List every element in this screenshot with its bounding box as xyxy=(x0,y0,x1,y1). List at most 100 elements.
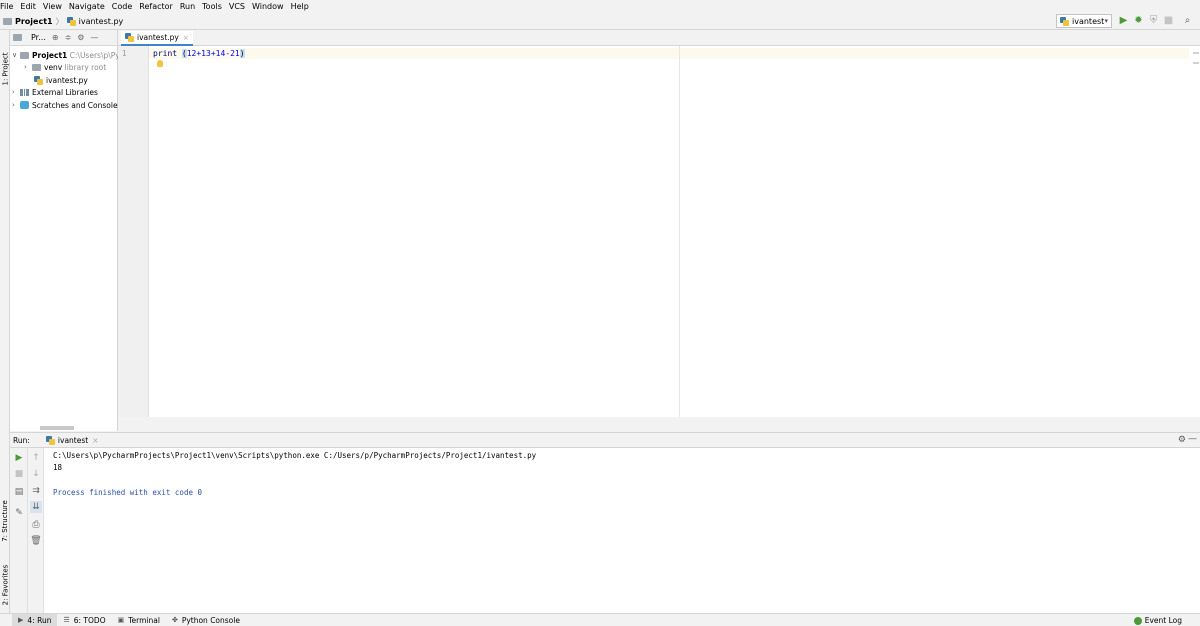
run-tab-ivantest[interactable]: ivantest × xyxy=(45,435,99,445)
menu-navigate[interactable]: Navigate xyxy=(66,2,109,11)
pin-icon[interactable]: ✎ xyxy=(13,507,25,519)
run-configuration-label: ivantest xyxy=(1072,16,1105,26)
python-file-icon xyxy=(66,16,76,26)
horizontal-scrollbar[interactable] xyxy=(40,426,74,430)
menu-code[interactable]: Code xyxy=(109,2,136,11)
menu-help[interactable]: Help xyxy=(288,2,313,11)
project-tool-tab[interactable]: 1: Project xyxy=(0,44,10,94)
project-view-icon xyxy=(13,34,22,41)
menu-vcs[interactable]: VCS xyxy=(226,2,249,11)
event-log-label: Event Log xyxy=(1144,616,1182,625)
code-editor[interactable]: print (12+13+14-21) xyxy=(149,46,1200,417)
tree-item-scratches[interactable]: › Scratches and Consoles xyxy=(12,99,121,111)
menu-file[interactable]: File xyxy=(0,2,17,11)
tree-item-hint: C:\Users\p\Pyc xyxy=(69,50,124,60)
up-arrow-icon[interactable]: ↑ xyxy=(30,452,42,464)
error-stripe-mark[interactable] xyxy=(1193,62,1199,64)
tree-item-label: Project1 xyxy=(32,50,68,60)
soft-wrap-icon[interactable]: ⇉ xyxy=(30,485,42,497)
minimize-icon[interactable]: — xyxy=(1188,434,1197,444)
project-view-select[interactable]: Pr... xyxy=(31,33,46,42)
minimize-icon[interactable]: — xyxy=(90,33,98,42)
bottom-tab-terminal[interactable]: ▣ Terminal xyxy=(112,614,166,626)
python-icon xyxy=(1060,16,1069,26)
error-stripe-mark[interactable] xyxy=(1193,52,1199,54)
bottom-tab-run[interactable]: ▶ 4: Run xyxy=(12,613,58,626)
bottom-tab-label: Terminal xyxy=(128,615,160,625)
console-exit-message: Process finished with exit code 0 xyxy=(53,488,203,497)
bottom-tool-bar: ▶ 4: Run ☰ 6: TODO ▣ Terminal ✤ Python C… xyxy=(0,613,1200,626)
left-tool-stripe: 1: Project 7: Structure 2: Favorites xyxy=(0,30,10,613)
bottom-tab-python-console[interactable]: ✤ Python Console xyxy=(166,614,246,626)
navigation-bar: Project1 〉 ivantest.py xyxy=(0,13,1200,30)
console-output: 18 xyxy=(53,463,63,472)
python-console-icon: ✤ xyxy=(171,616,178,624)
tree-item-label: venv xyxy=(44,62,63,72)
terminal-icon: ▣ xyxy=(117,616,125,624)
close-icon[interactable]: × xyxy=(92,436,98,445)
breadcrumb-file[interactable]: ivantest.py xyxy=(66,16,123,26)
print-icon[interactable]: ⎙ xyxy=(30,519,42,531)
menu-tools[interactable]: Tools xyxy=(199,2,226,11)
gear-icon[interactable]: ⚙ xyxy=(77,33,84,42)
favorites-tool-tab[interactable]: 2: Favorites xyxy=(0,556,10,614)
tree-item-project1[interactable]: ∨ Project1 C:\Users\p\Pyc xyxy=(12,49,124,61)
folder-icon xyxy=(20,51,29,59)
chevron-right-icon[interactable]: › xyxy=(12,101,20,109)
search-icon[interactable]: ⌕ xyxy=(1182,15,1193,26)
tree-item-hint: library root xyxy=(64,62,107,72)
breadcrumb-project[interactable]: Project1 xyxy=(3,17,53,26)
menu-bar: File Edit View Navigate Code Refactor Ru… xyxy=(0,0,1200,13)
folder-icon xyxy=(32,63,41,71)
tree-item-label: Scratches and Consoles xyxy=(32,100,122,110)
debug-icon[interactable]: ✹ xyxy=(1133,15,1144,26)
menu-refactor[interactable]: Refactor xyxy=(136,2,177,11)
menu-run[interactable]: Run xyxy=(177,2,199,11)
down-arrow-icon[interactable]: ↓ xyxy=(30,468,42,480)
library-icon xyxy=(20,88,29,96)
structure-tool-tab[interactable]: 7: Structure xyxy=(0,492,10,550)
scroll-to-end-icon[interactable]: ⇊ xyxy=(30,501,42,513)
tree-item-label: ivantest.py xyxy=(46,75,88,85)
project-tool-tab-label: 1: Project xyxy=(1,52,9,86)
chevron-right-icon: 〉 xyxy=(55,16,64,26)
project-panel: Pr... ⊕ ≑ ⚙ — ∨ Project1 C:\Users\p\Pyc … xyxy=(10,30,124,431)
lightbulb-icon[interactable] xyxy=(157,60,163,67)
chevron-right-icon[interactable]: › xyxy=(24,63,32,71)
bottom-tab-label: 4: Run xyxy=(27,615,52,625)
gear-icon[interactable]: ⚙ xyxy=(1178,435,1186,445)
tree-item-external-libraries[interactable]: › External Libraries xyxy=(12,86,98,98)
run-icon[interactable]: ▶ xyxy=(1118,15,1129,26)
restore-layout-icon[interactable]: ▤ xyxy=(13,486,25,498)
tab-label: ivantest.py xyxy=(137,33,179,42)
python-file-icon xyxy=(34,75,43,85)
tree-item-label: External Libraries xyxy=(32,87,98,97)
folder-icon xyxy=(3,17,12,25)
code-keyword: print xyxy=(153,49,182,58)
close-icon[interactable]: × xyxy=(183,34,189,42)
menu-edit[interactable]: Edit xyxy=(17,2,40,11)
run-console[interactable]: C:\Users\p\PycharmProjects\Project1\venv… xyxy=(44,448,1200,613)
chevron-down-icon[interactable]: ∨ xyxy=(12,51,20,59)
stop-icon[interactable]: ■ xyxy=(1163,15,1174,26)
line-number: 1 xyxy=(122,49,127,58)
menu-view[interactable]: View xyxy=(40,2,66,11)
tab-ivantest[interactable]: ivantest.py × xyxy=(121,31,193,46)
event-log-icon xyxy=(1133,616,1142,625)
tree-item-ivantest[interactable]: ivantest.py xyxy=(34,74,88,86)
code-line[interactable]: print (12+13+14-21) xyxy=(153,48,245,59)
bottom-tab-todo[interactable]: ☰ 6: TODO xyxy=(57,614,111,626)
event-log-button[interactable]: Event Log xyxy=(1133,614,1182,626)
chevron-down-icon: ▾ xyxy=(1104,17,1108,25)
trash-icon[interactable]: 🗑 xyxy=(30,535,42,547)
collapse-all-icon[interactable]: ≑ xyxy=(65,33,72,42)
menu-window[interactable]: Window xyxy=(249,2,288,11)
locate-icon[interactable]: ⊕ xyxy=(52,33,59,42)
run-configuration-select[interactable]: ivantest ▾ xyxy=(1056,14,1112,28)
rerun-icon[interactable]: ▶ xyxy=(13,452,25,464)
chevron-right-icon[interactable]: › xyxy=(12,88,20,96)
tree-item-venv[interactable]: › venv library root xyxy=(24,61,106,73)
stop-icon[interactable]: ■ xyxy=(13,468,25,480)
breadcrumb-project-label: Project1 xyxy=(15,16,53,26)
coverage-icon[interactable]: ⛨ xyxy=(1148,15,1159,26)
